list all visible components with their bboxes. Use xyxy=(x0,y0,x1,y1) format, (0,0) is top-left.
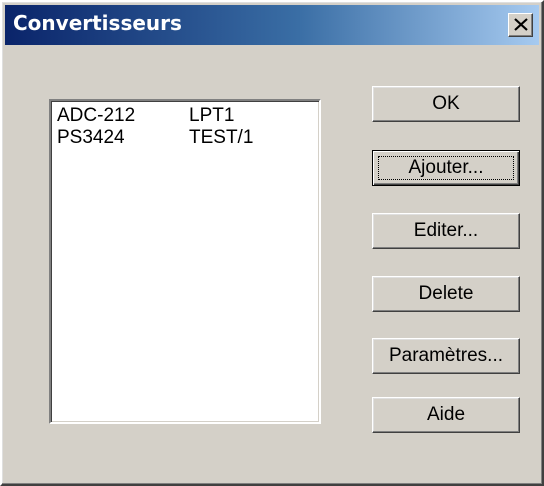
edit-button[interactable]: Editer... xyxy=(372,213,520,249)
focus-rectangle xyxy=(378,156,514,180)
close-icon xyxy=(514,18,528,31)
parameters-button[interactable]: Paramètres... xyxy=(372,338,520,374)
window-title: Convertisseurs xyxy=(13,11,182,35)
close-button[interactable] xyxy=(508,13,533,37)
converters-dialog: Convertisseurs ADC-212 LPT1 PS3424 TEST/… xyxy=(0,0,544,486)
title-bar[interactable]: Convertisseurs xyxy=(5,5,539,45)
delete-button[interactable]: Delete xyxy=(372,276,520,312)
converter-name: PS3424 xyxy=(57,127,125,148)
converter-port: LPT1 xyxy=(189,105,235,126)
converter-port: TEST/1 xyxy=(189,127,254,148)
help-button[interactable]: Aide xyxy=(372,397,520,433)
add-button[interactable]: Ajouter... xyxy=(372,150,520,186)
list-item[interactable]: PS3424 TEST/1 xyxy=(57,127,312,149)
ok-button[interactable]: OK xyxy=(372,86,520,122)
converter-name: ADC-212 xyxy=(57,105,136,126)
list-item[interactable]: ADC-212 LPT1 xyxy=(57,105,312,127)
converters-listbox[interactable]: ADC-212 LPT1 PS3424 TEST/1 xyxy=(49,99,321,424)
